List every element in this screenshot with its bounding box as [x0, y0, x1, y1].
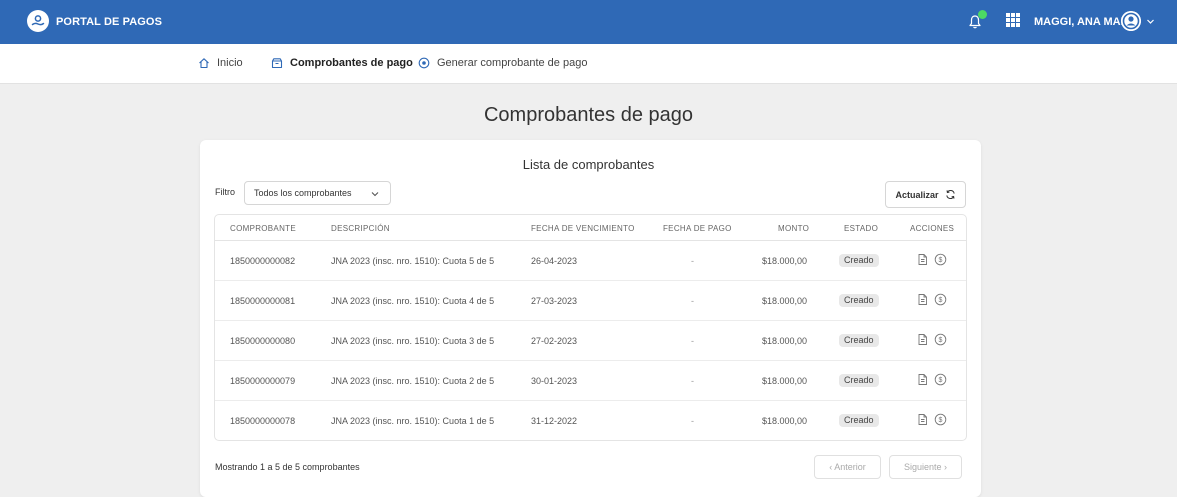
nav-item-label: Comprobantes de pago — [290, 57, 413, 69]
column-header-descripcion[interactable]: DESCRIPCIÓN — [331, 224, 390, 233]
svg-text:$: $ — [939, 337, 943, 344]
cell-vencimiento: 30-01-2023 — [531, 376, 578, 386]
status-badge: Creado — [839, 334, 879, 347]
filter-label: Filtro — [215, 187, 235, 197]
cell-descripcion: JNA 2023 (insc. nro. 1510): Cuota 1 de 5 — [331, 416, 495, 426]
top-bar: PORTAL DE PAGOS MAGGI, ANA MARIA — [0, 0, 1177, 44]
cell-fecha-pago: - — [691, 256, 694, 266]
cell-monto: $18.000,00 — [762, 336, 808, 346]
cell-descripcion: JNA 2023 (insc. nro. 1510): Cuota 2 de 5 — [331, 376, 495, 386]
table-row[interactable]: 1850000000081 JNA 2023 (insc. nro. 1510)… — [215, 281, 966, 321]
cell-fecha-pago: - — [691, 376, 694, 386]
cell-comprobante: 1850000000081 — [230, 296, 296, 306]
cell-vencimiento: 26-04-2023 — [531, 256, 578, 266]
cell-comprobante: 1850000000080 — [230, 336, 296, 346]
document-icon[interactable] — [916, 253, 929, 266]
notification-dot — [978, 10, 987, 19]
filter-selected-value: Todos los comprobantes — [254, 188, 352, 198]
column-header-vencimiento[interactable]: FECHA DE VENCIMIENTO — [531, 224, 635, 233]
card-title: Lista de comprobantes — [522, 157, 655, 172]
column-header-acciones: ACCIONES — [910, 224, 955, 233]
column-header-estado[interactable]: ESTADO — [844, 224, 878, 233]
column-header-monto[interactable]: MONTO — [778, 224, 809, 233]
previous-page-button[interactable]: ‹ Anterior — [814, 455, 881, 479]
chevron-down-icon — [371, 192, 379, 197]
status-badge: Creado — [839, 254, 879, 267]
cell-comprobante: 1850000000079 — [230, 376, 296, 386]
pay-coin-icon[interactable]: $ — [934, 293, 947, 306]
cell-monto: $18.000,00 — [762, 256, 808, 266]
cell-fecha-pago: - — [691, 416, 694, 426]
status-badge: Creado — [839, 414, 879, 427]
column-header-comprobante[interactable]: COMPROBANTE — [230, 224, 296, 233]
apps-grid-icon[interactable] — [1006, 13, 1020, 27]
cell-comprobante: 1850000000078 — [230, 416, 296, 426]
refresh-icon — [945, 190, 955, 199]
pay-coin-icon[interactable]: $ — [934, 373, 947, 386]
column-header-fecha-pago[interactable]: FECHA DE PAGO — [663, 224, 732, 233]
cell-vencimiento: 31-12-2022 — [531, 416, 578, 426]
table-row[interactable]: 1850000000079 JNA 2023 (insc. nro. 1510)… — [215, 361, 966, 401]
home-icon — [199, 58, 209, 69]
pay-coin-icon[interactable]: $ — [934, 333, 947, 346]
user-avatar-icon[interactable] — [1121, 11, 1141, 31]
svg-text:$: $ — [939, 257, 943, 264]
plus-circle-icon — [418, 57, 430, 69]
document-icon[interactable] — [916, 373, 929, 386]
nav-item-generar[interactable]: Generar comprobante de pago — [418, 57, 587, 69]
page-title: Comprobantes de pago — [483, 104, 694, 126]
document-icon[interactable] — [916, 333, 929, 346]
cell-descripcion: JNA 2023 (insc. nro. 1510): Cuota 4 de 5 — [331, 296, 495, 306]
cell-comprobante: 1850000000082 — [230, 256, 296, 266]
cell-monto: $18.000,00 — [762, 376, 808, 386]
table-row[interactable]: 1850000000080 JNA 2023 (insc. nro. 1510)… — [215, 321, 966, 361]
nav-item-inicio[interactable]: Inicio — [198, 57, 243, 69]
nav-item-label: Inicio — [217, 57, 243, 69]
status-badge: Creado — [839, 374, 879, 387]
table-row[interactable]: 1850000000082 JNA 2023 (insc. nro. 1510)… — [215, 241, 966, 281]
cell-monto: $18.000,00 — [762, 416, 808, 426]
app-title[interactable]: PORTAL DE PAGOS — [56, 16, 162, 28]
pay-coin-icon[interactable]: $ — [934, 253, 947, 266]
svg-text:$: $ — [939, 417, 943, 424]
nav-item-comprobantes[interactable]: Comprobantes de pago — [271, 57, 413, 69]
cell-fecha-pago: - — [691, 296, 694, 306]
refresh-button-label: Actualizar — [895, 189, 939, 200]
cell-fecha-pago: - — [691, 336, 694, 346]
table-header: COMPROBANTE DESCRIPCIÓN FECHA DE VENCIMI… — [215, 215, 966, 241]
nav-item-label: Generar comprobante de pago — [437, 57, 588, 69]
svg-text:$: $ — [939, 297, 943, 304]
cell-vencimiento: 27-02-2023 — [531, 336, 578, 346]
svg-text:$: $ — [939, 377, 943, 384]
document-icon[interactable] — [916, 413, 929, 426]
pagination-summary: Mostrando 1 a 5 de 5 comprobantes — [215, 462, 360, 472]
cell-vencimiento: 27-03-2023 — [531, 296, 578, 306]
portal-logo-icon[interactable] — [27, 10, 49, 32]
status-badge: Creado — [839, 294, 879, 307]
chevron-down-icon[interactable] — [1146, 17, 1155, 26]
document-icon[interactable] — [916, 293, 929, 306]
cell-descripcion: JNA 2023 (insc. nro. 1510): Cuota 3 de 5 — [331, 336, 495, 346]
cell-monto: $18.000,00 — [762, 296, 808, 306]
table-row[interactable]: 1850000000078 JNA 2023 (insc. nro. 1510)… — [215, 401, 966, 440]
folder-icon — [271, 58, 283, 69]
next-page-button[interactable]: Siguiente › — [889, 455, 962, 479]
refresh-button[interactable]: Actualizar — [885, 181, 966, 208]
pay-coin-icon[interactable]: $ — [934, 413, 947, 426]
cell-descripcion: JNA 2023 (insc. nro. 1510): Cuota 5 de 5 — [331, 256, 495, 266]
hand-coin-icon — [31, 15, 45, 26]
vouchers-table: COMPROBANTE DESCRIPCIÓN FECHA DE VENCIMI… — [214, 214, 967, 441]
breadcrumb-nav: Inicio Comprobantes de pago Generar comp… — [0, 44, 1177, 84]
filter-select[interactable]: Todos los comprobantes — [244, 181, 391, 205]
